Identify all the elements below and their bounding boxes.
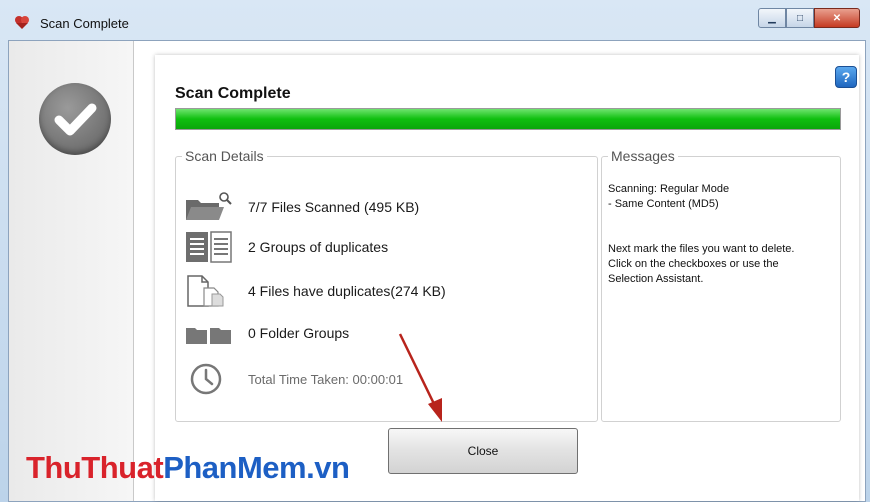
scan-details-legend: Scan Details	[185, 148, 264, 164]
left-pane	[9, 41, 134, 501]
detail-row-files-scanned: 7/7 Files Scanned (495 KB)	[184, 190, 419, 224]
close-window-button[interactable]: ✕	[814, 8, 860, 28]
message-line: - Same Content (MD5)	[608, 198, 719, 210]
messages-group: Messages Scanning: Regular Mode - Same C…	[601, 148, 841, 422]
groups-label: 2 Groups of duplicates	[248, 239, 389, 255]
detail-row-folder-groups: 0 Folder Groups	[184, 316, 349, 350]
red-arrow-annotation	[398, 333, 442, 422]
close-icon: ✕	[832, 12, 842, 24]
minimize-button[interactable]: ▁	[758, 8, 786, 28]
files-duplicates-label: 4 Files have duplicates(274 KB)	[248, 283, 446, 299]
message-line: Click on the checkboxes or use the	[608, 258, 779, 270]
clock-icon	[184, 362, 234, 396]
message-line: Next mark the files you want to delete.	[608, 243, 795, 255]
close-button[interactable]: Close	[388, 428, 578, 474]
app-icon	[14, 14, 30, 30]
duplicate-files-icon	[184, 274, 234, 308]
minimize-icon: ▁	[768, 12, 776, 24]
help-icon[interactable]: ?	[835, 66, 857, 88]
page-title: Scan Complete	[175, 85, 291, 102]
watermark-part1: ThuThuat	[26, 450, 164, 485]
detail-row-files-duplicates: 4 Files have duplicates(274 KB)	[184, 274, 446, 308]
message-line: Selection Assistant.	[608, 273, 704, 285]
checkmark-icon	[39, 83, 111, 155]
watermark: ThuThuatPhanMem.vn	[26, 450, 350, 486]
progress-bar	[175, 108, 841, 130]
folder-groups-icon	[184, 316, 234, 350]
folder-groups-label: 0 Folder Groups	[248, 325, 350, 341]
progress-fill	[176, 109, 840, 129]
detail-row-time: Total Time Taken: 00:00:01	[184, 362, 403, 396]
message-line: Scanning: Regular Mode	[608, 183, 730, 195]
scan-complete-window: Scan Complete ▁ □ ✕ ? Scan Complete Scan…	[0, 0, 870, 502]
duplicate-groups-icon	[184, 230, 234, 264]
folder-search-icon	[184, 190, 234, 224]
scan-details-group: Scan Details 7/7 Files Scanned (495 KB) …	[175, 148, 598, 422]
maximize-icon: □	[796, 12, 804, 24]
detail-row-groups: 2 Groups of duplicates	[184, 230, 388, 264]
messages-text: Scanning: Regular Mode - Same Content (M…	[608, 182, 838, 287]
files-scanned-label: 7/7 Files Scanned (495 KB)	[248, 199, 420, 215]
title-bar: Scan Complete ▁ □ ✕	[0, 0, 870, 40]
maximize-button[interactable]: □	[786, 8, 814, 28]
window-controls: ▁ □ ✕	[758, 8, 860, 28]
watermark-part2: PhanMem.vn	[163, 450, 350, 485]
time-taken-label: Total Time Taken: 00:00:01	[248, 371, 404, 387]
window-title: Scan Complete	[40, 16, 129, 31]
messages-legend: Messages	[611, 148, 675, 164]
